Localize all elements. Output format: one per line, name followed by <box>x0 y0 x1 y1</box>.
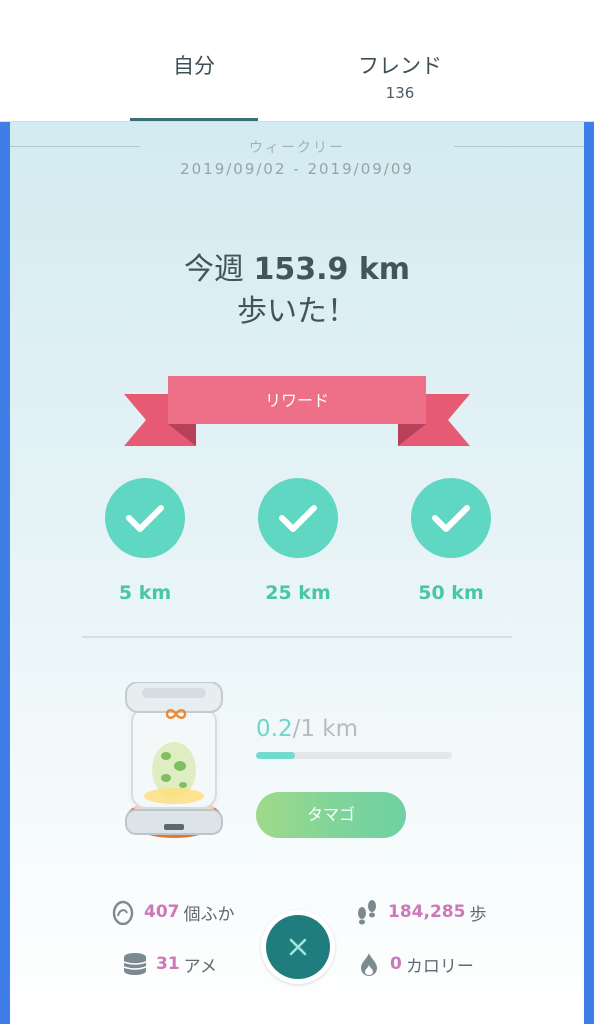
stat-steps: 184,285 歩 <box>354 897 486 927</box>
egg-walked-km: 0.2 <box>256 716 293 742</box>
reward-tier-25km: 25 km <box>258 478 338 604</box>
reward-tier-5km: 5 km <box>105 478 185 604</box>
reward-achieved-badge <box>258 478 338 558</box>
reward-achieved-badge <box>105 478 185 558</box>
eggs-hatched-unit: 個ふか <box>183 904 235 925</box>
egg-button[interactable]: タマゴ <box>256 792 406 838</box>
tab-bar: 自分 フレンド 136 <box>0 0 594 122</box>
reward-banner-label: リワード <box>264 391 329 410</box>
eggs-hatched-count: 407 <box>144 902 180 922</box>
stat-calories: 0 カロリー <box>356 949 474 979</box>
reward-tier-label: 50 km <box>418 582 484 604</box>
reward-achieved-badge <box>411 478 491 558</box>
steps-unit: 歩 <box>469 904 487 925</box>
footsteps-icon <box>354 899 380 925</box>
infinity-icon <box>165 706 187 720</box>
check-icon <box>126 505 164 532</box>
week-date-range: 2019/09/02 - 2019/09/09 <box>180 160 414 178</box>
candy-icon <box>122 951 148 977</box>
reward-tier-label: 5 km <box>118 582 172 604</box>
reward-tier-label: 25 km <box>265 582 331 604</box>
weekly-label: ウィークリー <box>249 140 345 156</box>
egg-icon <box>110 899 136 925</box>
flame-icon <box>356 951 382 977</box>
walked-distance: 153.9 km <box>253 252 411 287</box>
tab-self[interactable]: 自分 <box>130 0 258 122</box>
tab-friends[interactable]: フレンド 136 <box>330 0 470 122</box>
close-icon <box>289 938 307 956</box>
egg-walk-progress: 0.2/1 km <box>256 716 358 742</box>
tab-friends-label: フレンド <box>358 54 442 78</box>
friends-count: 136 <box>385 84 415 102</box>
check-icon <box>432 505 470 532</box>
calories-count: 0 <box>390 954 402 974</box>
egg-progress-bar <box>256 752 452 759</box>
tab-self-label: 自分 <box>173 54 215 78</box>
check-icon <box>279 505 317 532</box>
candy-unit: アメ <box>183 956 217 977</box>
section-divider <box>82 636 512 638</box>
distance-headline: 今週 153.9 km <box>0 244 594 288</box>
steps-count: 184,285 <box>388 902 466 922</box>
close-button[interactable] <box>261 910 335 984</box>
calories-unit: カロリー <box>405 956 474 977</box>
stat-candy: 31 アメ <box>122 949 217 979</box>
reward-tier-50km: 50 km <box>411 478 491 604</box>
egg-target-km: /1 km <box>292 716 358 742</box>
close-button-face <box>266 915 330 979</box>
stat-eggs-hatched: 407 個ふか <box>110 897 235 927</box>
headline-prefix: 今週 <box>183 252 254 287</box>
distance-headline-line2: 歩いた！ <box>237 294 357 329</box>
egg-progress-fill <box>256 752 296 759</box>
candy-count: 31 <box>156 954 180 974</box>
